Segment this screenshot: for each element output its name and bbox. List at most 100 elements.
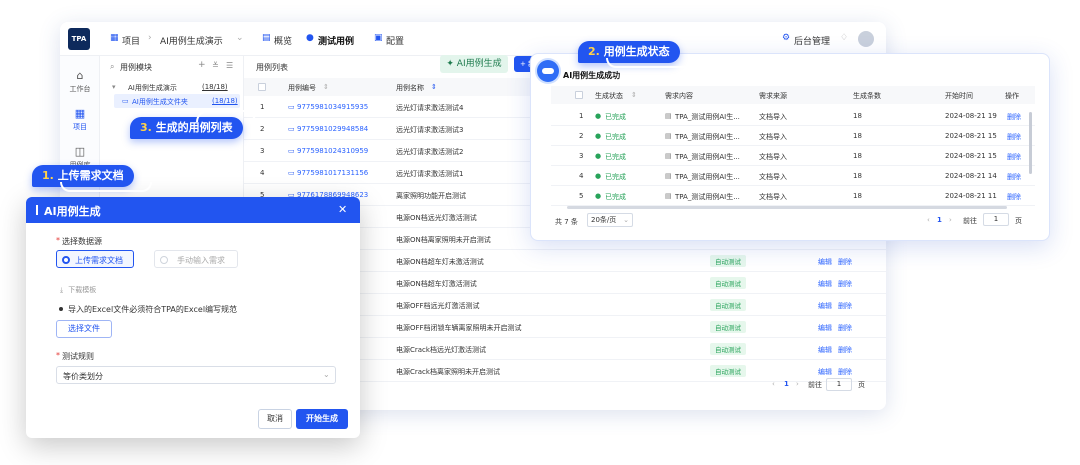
close-icon[interactable]: ✕ [338, 203, 347, 216]
source-text: 文档导入 [759, 113, 787, 121]
col-case-name[interactable]: 用例名称 [396, 83, 424, 93]
start-generate-button[interactable]: 开始生成 [296, 409, 348, 429]
case-id-link[interactable]: 9775981034915935 [297, 103, 368, 111]
case-name: 电源ON档离家照明未开启测试 [396, 236, 491, 244]
chevron-down-icon[interactable]: ⌄ [236, 33, 244, 43]
edit-link[interactable]: 编辑 [818, 323, 832, 333]
goto-input[interactable]: 1 [826, 378, 852, 391]
edit-link[interactable]: 编辑 [818, 345, 832, 355]
count-text: 18 [853, 192, 862, 200]
delete-link[interactable]: 删除 [838, 301, 852, 311]
breadcrumb-project-name[interactable]: AI用例生成演示 [160, 34, 223, 47]
status-text: 已完成 [605, 133, 626, 141]
panel-hscrollbar[interactable] [567, 206, 1007, 209]
rail-item-workbench[interactable]: ⌂ 工作台 [60, 70, 100, 94]
sort-icon[interactable]: ⇕ [323, 83, 329, 91]
time-text: 2024-08-21 11 [945, 192, 997, 200]
delete-link[interactable]: 删除 [1007, 112, 1021, 122]
delete-link[interactable]: 删除 [838, 345, 852, 355]
panel-scrollbar[interactable] [1029, 112, 1032, 174]
add-module-icon[interactable]: + [198, 60, 206, 70]
status-row[interactable]: 3 ● 已完成 ▤ TPA_测试用例AI生... 文档导入 18 2024-08-21 15 删… [551, 146, 1035, 166]
status-row[interactable]: 2 ● 已完成 ▤ TPA_测试用例AI生... 文档导入 18 2024-08-21 15 删… [551, 126, 1035, 146]
col-source: 需求来源 [759, 92, 787, 100]
page-size-select[interactable]: 20条/页 ⌄ [587, 213, 633, 227]
excel-note: 导入的Excel文件必须符合TPA的Excel编写规范 [68, 305, 238, 314]
doc-icon: ▤ [665, 132, 672, 140]
col-case-id[interactable]: 用例编号 [288, 83, 316, 93]
tab-testcases[interactable]: 测试用例 [318, 34, 354, 47]
callout-tail [196, 110, 256, 122]
delete-link[interactable]: 删除 [1007, 172, 1021, 182]
sort-icon[interactable]: ⇕ [631, 91, 637, 99]
select-all-checkbox[interactable] [258, 83, 266, 91]
prev-page-icon[interactable]: ‹ [927, 216, 930, 224]
status-text: 已完成 [605, 153, 626, 161]
radio-icon [160, 256, 168, 264]
edit-link[interactable]: 编辑 [818, 301, 832, 311]
status-text: 已完成 [605, 113, 626, 121]
case-id-link[interactable]: 9775981024310959 [297, 147, 368, 155]
current-page[interactable]: 1 [937, 216, 942, 224]
tree-root-label[interactable]: AI用例生成演示 [128, 83, 177, 93]
tab-overview[interactable]: 概览 [274, 34, 292, 47]
content-text[interactable]: TPA_测试用例AI生... [675, 112, 740, 122]
delete-link[interactable]: 删除 [838, 323, 852, 333]
delete-link[interactable]: 删除 [1007, 132, 1021, 142]
edit-link[interactable]: 编辑 [818, 279, 832, 289]
bell-icon[interactable]: ♢ [840, 33, 848, 43]
content-text[interactable]: TPA_测试用例AI生... [675, 192, 740, 202]
col-status[interactable]: 生成状态 [595, 91, 623, 101]
next-page-icon[interactable]: › [796, 380, 799, 388]
content-text[interactable]: TPA_测试用例AI生... [675, 152, 740, 162]
admin-link[interactable]: 后台管理 [794, 34, 830, 47]
delete-link[interactable]: 删除 [838, 367, 852, 377]
content-text[interactable]: TPA_测试用例AI生... [675, 132, 740, 142]
upload-doc-option[interactable]: 上传需求文档 [56, 250, 134, 268]
tree-child-label[interactable]: AI用例生成文件夹 [132, 97, 188, 107]
case-id-link[interactable]: 9775981029948584 [297, 125, 368, 133]
app-logo[interactable]: TPA [68, 28, 90, 50]
collapse-icon[interactable]: ☰ [226, 61, 233, 70]
current-page[interactable]: 1 [784, 380, 789, 388]
goto-input[interactable]: 1 [983, 213, 1009, 226]
choose-file-button[interactable]: 选择文件 [56, 320, 112, 338]
tab-config[interactable]: 配置 [386, 34, 404, 47]
delete-link[interactable]: 删除 [838, 279, 852, 289]
ai-generate-button[interactable]: ✦ AI用例生成 [440, 55, 508, 73]
delete-link[interactable]: 删除 [1007, 152, 1021, 162]
status-text: 已完成 [605, 193, 626, 201]
prev-page-icon[interactable]: ‹ [772, 380, 775, 388]
bullet-dot [59, 307, 63, 311]
delete-link[interactable]: 删除 [1007, 192, 1021, 202]
breadcrumb-project[interactable]: 项目 [122, 34, 140, 47]
status-row[interactable]: 1 ● 已完成 ▤ TPA_测试用例AI生... 文档导入 18 2024-08-21 19 删… [551, 106, 1035, 126]
download-template-button[interactable]: ⤓ 下载模板 [56, 277, 100, 294]
doc-icon: ▤ [665, 112, 672, 120]
row-index: 1 [579, 112, 584, 120]
next-page-icon[interactable]: › [949, 216, 952, 224]
case-id-link[interactable]: 9775981017131156 [297, 169, 368, 177]
rail-item-project[interactable]: ▦ 项目 [60, 108, 100, 132]
edit-link[interactable]: 编辑 [818, 367, 832, 377]
status-badge: 自动测试 [710, 365, 746, 377]
status-row[interactable]: 4 ● 已完成 ▤ TPA_测试用例AI生... 文档导入 18 2024-08-21 14 删… [551, 166, 1035, 186]
folder-icon: ▭ [122, 97, 129, 105]
doc-icon: ▤ [665, 152, 672, 160]
manual-input-option[interactable]: 手动输入需求 [154, 250, 238, 268]
edit-link[interactable]: 编辑 [818, 257, 832, 267]
filter-icon[interactable]: ≚ [212, 61, 219, 70]
sort-icon[interactable]: ⇕ [431, 83, 437, 91]
cancel-button[interactable]: 取消 [258, 409, 292, 429]
status-row[interactable]: 5 ● 已完成 ▤ TPA_测试用例AI生... 文档导入 18 2024-08-21 11 删… [551, 186, 1035, 206]
testcase-icon: ● [306, 33, 314, 43]
rule-select[interactable]: 等价类划分 ⌄ [56, 366, 336, 384]
select-all-checkbox[interactable] [575, 91, 583, 99]
row-index: 2 [260, 125, 265, 133]
content-text[interactable]: TPA_测试用例AI生... [675, 172, 740, 182]
delete-link[interactable]: 删除 [838, 257, 852, 267]
chevron-down-icon: ⌄ [323, 370, 330, 379]
case-name: 电源OFF档远光灯激活测试 [396, 302, 480, 310]
user-avatar[interactable] [858, 31, 874, 47]
expand-icon[interactable]: ▾ [112, 83, 116, 91]
